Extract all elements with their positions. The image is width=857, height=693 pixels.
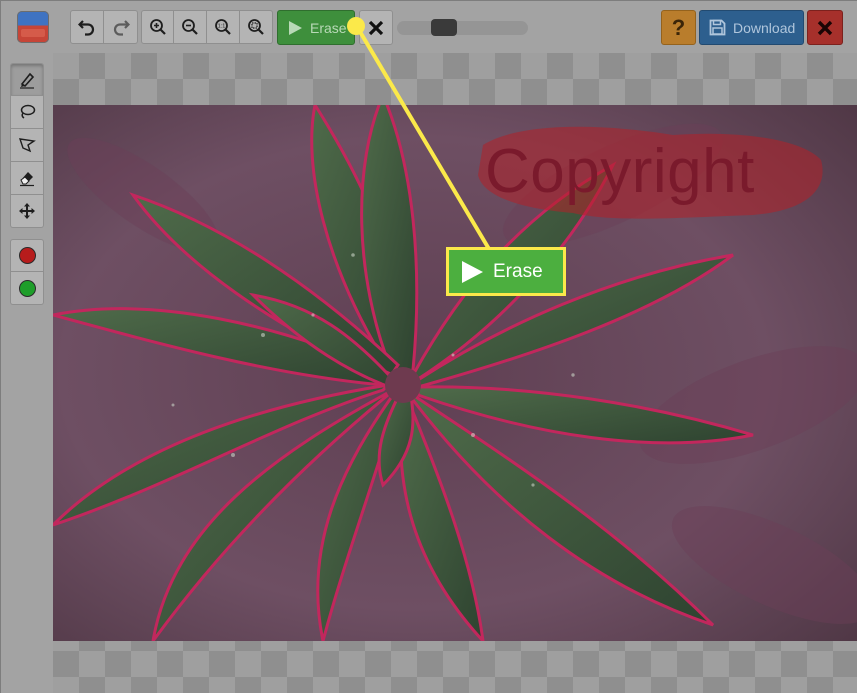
redo-button[interactable] [104,10,138,44]
marker-tool-button[interactable] [10,63,44,96]
eraser-tool-button[interactable] [10,162,44,195]
erase-button[interactable]: Erase [277,10,355,45]
erase-callout-label: Erase [493,260,543,282]
redo-icon [113,20,130,36]
app-logo-icon [17,11,49,43]
tool-palette [1,53,53,693]
green-swatch [18,279,36,297]
watermark-text: Copyright [485,137,755,206]
zoom-fit-button[interactable] [240,10,273,44]
zoom-in-icon [149,19,166,35]
play-icon [289,20,302,35]
play-icon [462,260,483,283]
zoom-in-button[interactable] [141,10,174,44]
zoom-fit-icon [248,19,264,35]
remove-color-button[interactable] [10,239,44,272]
zoom-out-button[interactable] [174,10,207,44]
brush-size-handle[interactable] [431,19,457,36]
erase-button-label: Erase [310,19,347,36]
close-icon [817,20,833,35]
floppy-disk-icon [709,19,726,36]
undo-button[interactable] [70,10,104,44]
download-button[interactable]: Download [699,10,804,45]
marker-icon [20,72,35,89]
cancel-button[interactable] [359,10,393,45]
polygon-lasso-tool-button[interactable] [10,129,44,162]
brush-size-slider[interactable] [397,21,528,35]
zoom-actual-size-icon: 1:1 [215,19,231,35]
svg-text:1:1: 1:1 [218,24,226,30]
close-button[interactable] [807,10,843,45]
close-icon [368,20,384,35]
app-window: 1:1 Erase ? Download Copyright Erase [0,0,857,693]
help-button-label: ? [671,14,686,40]
undo-icon [78,20,95,36]
keep-color-button[interactable] [10,272,44,305]
polygon-lasso-icon [18,138,36,153]
erase-callout: Erase [446,247,566,296]
lasso-tool-button[interactable] [10,96,44,129]
red-swatch [18,247,36,264]
move-tool-button[interactable] [10,195,44,228]
toolbar: 1:1 Erase ? Download [1,1,857,53]
zoom-out-icon [182,19,198,35]
move-icon [19,203,35,219]
lasso-icon [20,104,36,119]
eraser-icon [20,172,34,187]
zoom-actual-size-button[interactable]: 1:1 [207,10,240,44]
download-button-label: Download [733,19,796,36]
help-button[interactable]: ? [661,10,696,45]
